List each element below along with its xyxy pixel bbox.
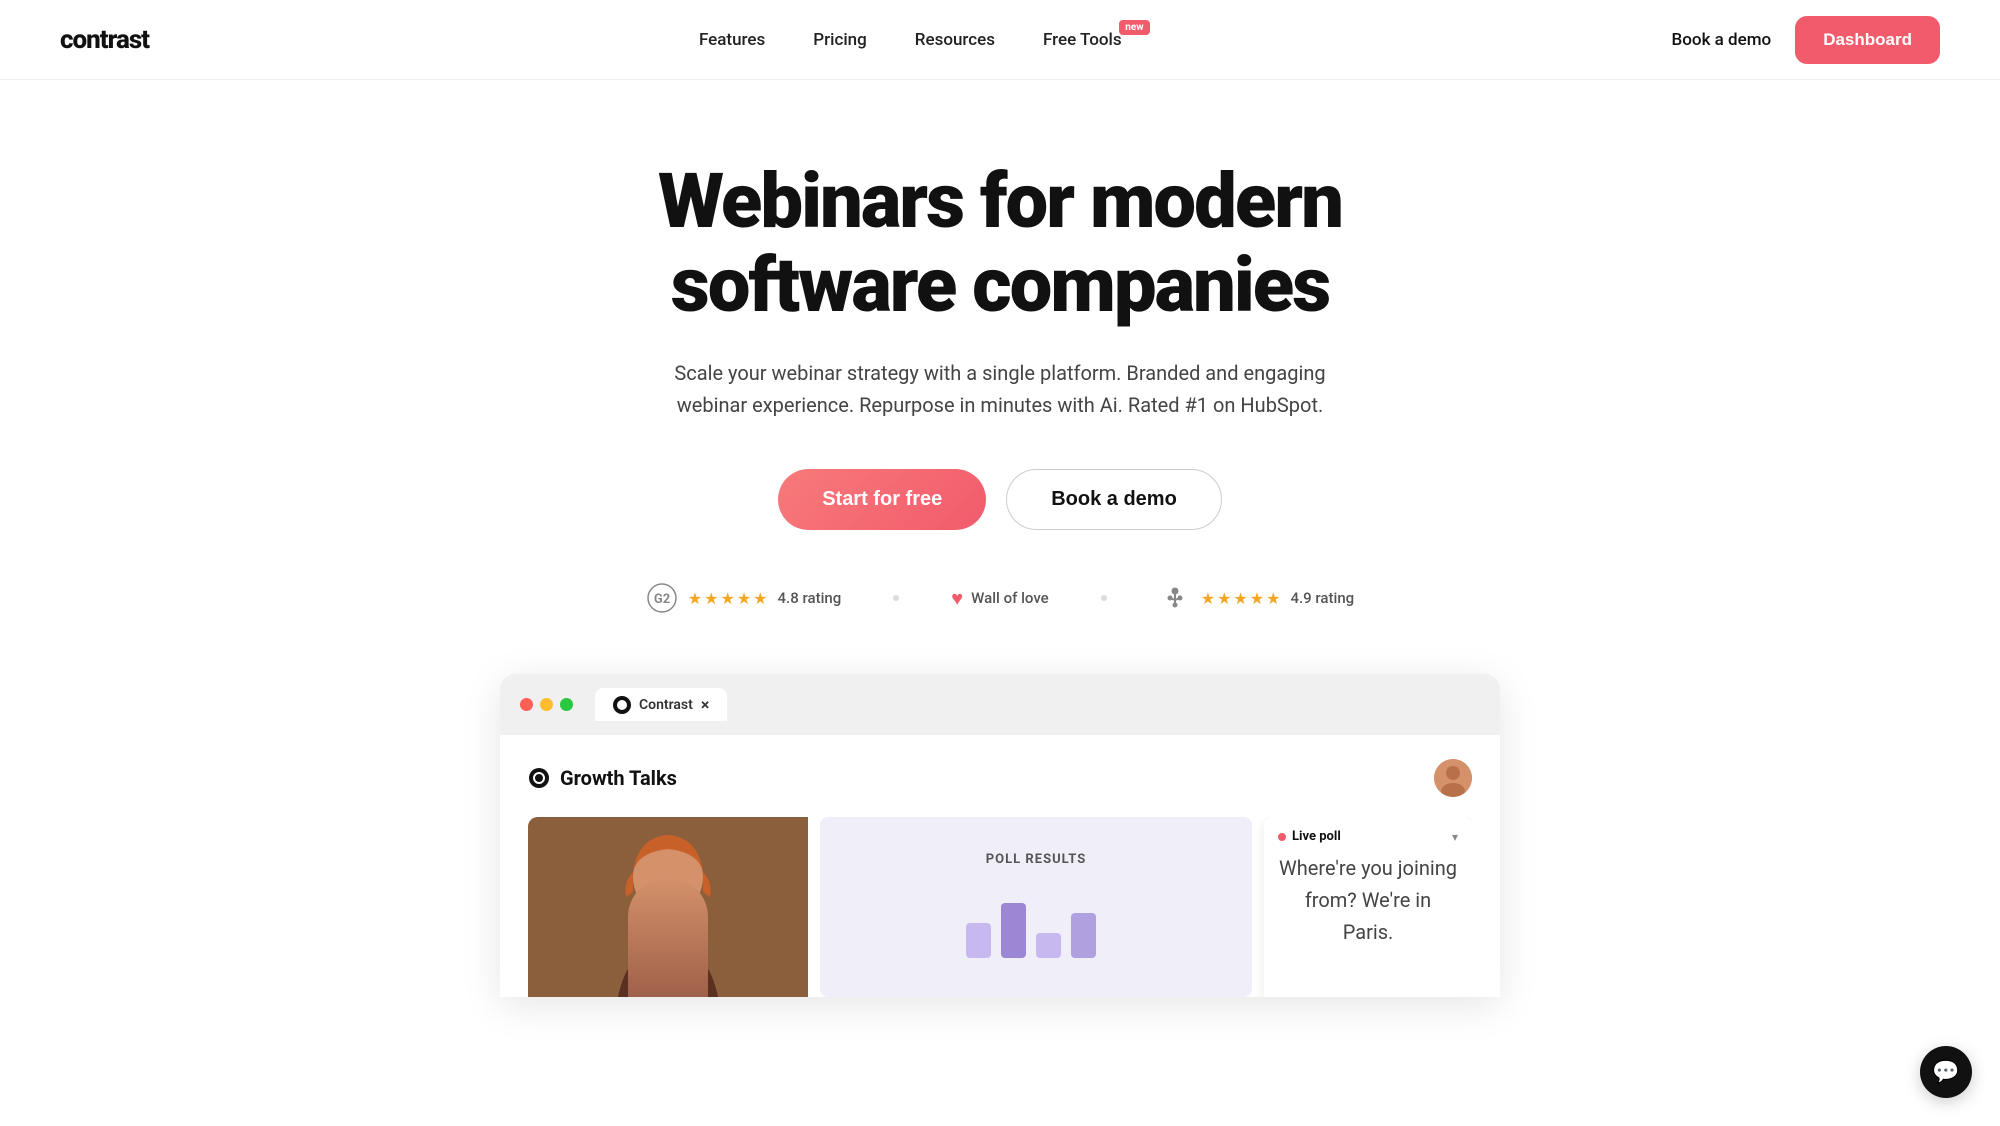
tab-label: Contrast bbox=[639, 697, 693, 713]
hero-cta-group: Start for free Book a demo bbox=[20, 469, 1980, 530]
live-poll-card: Live poll ▾ Where're you joining from? W… bbox=[1264, 817, 1472, 997]
wall-of-love-label: Wall of love bbox=[971, 589, 1049, 607]
nav-free-tools[interactable]: Free Tools bbox=[1043, 30, 1122, 50]
dot-yellow[interactable] bbox=[540, 698, 553, 711]
chevron-down-icon[interactable]: ▾ bbox=[1452, 830, 1458, 844]
live-poll-header: Live poll ▾ bbox=[1278, 829, 1458, 844]
g2-rating-text: 4.8 rating bbox=[778, 589, 842, 607]
tab-logo-icon bbox=[613, 696, 631, 714]
sidebar-panel: Live poll ▾ Where're you joining from? W… bbox=[1252, 817, 1472, 997]
dot-green[interactable] bbox=[560, 698, 573, 711]
divider-1 bbox=[893, 595, 899, 601]
video-panel bbox=[528, 817, 808, 997]
hero-subtext: Scale your webinar strategy with a singl… bbox=[660, 357, 1340, 421]
nav-resources[interactable]: Resources bbox=[915, 30, 995, 50]
hubspot-rating: ★ ★ ★ ★ ★ 4.9 rating bbox=[1159, 582, 1354, 614]
logo[interactable]: contrast bbox=[60, 25, 149, 55]
start-for-free-button[interactable]: Start for free bbox=[778, 469, 986, 530]
poll-message: Where're you joining from? We're in Pari… bbox=[1278, 852, 1458, 948]
browser-bar: Contrast × bbox=[500, 674, 1500, 735]
poll-results-label: POLL RESULTS bbox=[986, 852, 1086, 867]
live-poll-title: Live poll bbox=[1278, 829, 1341, 844]
hubspot-icon bbox=[1159, 582, 1191, 614]
hubspot-stars: ★ ★ ★ ★ ★ bbox=[1201, 589, 1281, 608]
nav-book-demo[interactable]: Book a demo bbox=[1672, 30, 1772, 50]
g2-rating: G2 ★ ★ ★ ★ ★ 4.8 rating bbox=[646, 582, 841, 614]
chat-bubble-icon: 💬 bbox=[1932, 1060, 1959, 1085]
app-title: Growth Talks bbox=[528, 766, 677, 790]
hubspot-rating-text: 4.9 rating bbox=[1290, 589, 1354, 607]
nav-pricing[interactable]: Pricing bbox=[813, 30, 867, 50]
svg-text:G2: G2 bbox=[654, 592, 670, 607]
g2-stars: ★ ★ ★ ★ ★ bbox=[688, 589, 768, 608]
dot-red[interactable] bbox=[520, 698, 533, 711]
browser-content: Growth Talks bbox=[500, 735, 1500, 997]
tab-close-button[interactable]: × bbox=[701, 695, 710, 714]
wall-of-love: ♥ Wall of love bbox=[951, 586, 1048, 611]
app-logo-icon bbox=[528, 767, 550, 789]
navigation: contrast Features Pricing Resources Free… bbox=[0, 0, 2000, 80]
heart-icon: ♥ bbox=[951, 586, 963, 611]
video-person bbox=[528, 817, 808, 997]
browser-main-content: POLL RESULTS bbox=[528, 817, 1472, 997]
book-demo-button[interactable]: Book a demo bbox=[1006, 469, 1222, 530]
app-avatar bbox=[1434, 759, 1472, 797]
hero-headline: Webinars for modern software companies bbox=[640, 160, 1360, 327]
center-panel: POLL RESULTS bbox=[820, 817, 1252, 997]
ratings-row: G2 ★ ★ ★ ★ ★ 4.8 rating ♥ Wall of love bbox=[20, 582, 1980, 614]
new-badge: new bbox=[1119, 20, 1149, 35]
nav-features[interactable]: Features bbox=[699, 30, 765, 50]
browser-traffic-lights bbox=[520, 698, 573, 711]
poll-chart bbox=[956, 883, 1116, 963]
g2-icon: G2 bbox=[646, 582, 678, 614]
browser-tab[interactable]: Contrast × bbox=[595, 688, 727, 721]
chat-support-button[interactable]: 💬 bbox=[1920, 1046, 1972, 1098]
live-badge-indicator bbox=[1278, 833, 1286, 841]
dashboard-button[interactable]: Dashboard bbox=[1795, 16, 1940, 64]
app-header: Growth Talks bbox=[528, 759, 1472, 797]
hero-section: Webinars for modern software companies S… bbox=[0, 80, 2000, 1037]
divider-2 bbox=[1101, 595, 1107, 601]
browser-mockup: Contrast × Growth Talks bbox=[500, 674, 1500, 997]
